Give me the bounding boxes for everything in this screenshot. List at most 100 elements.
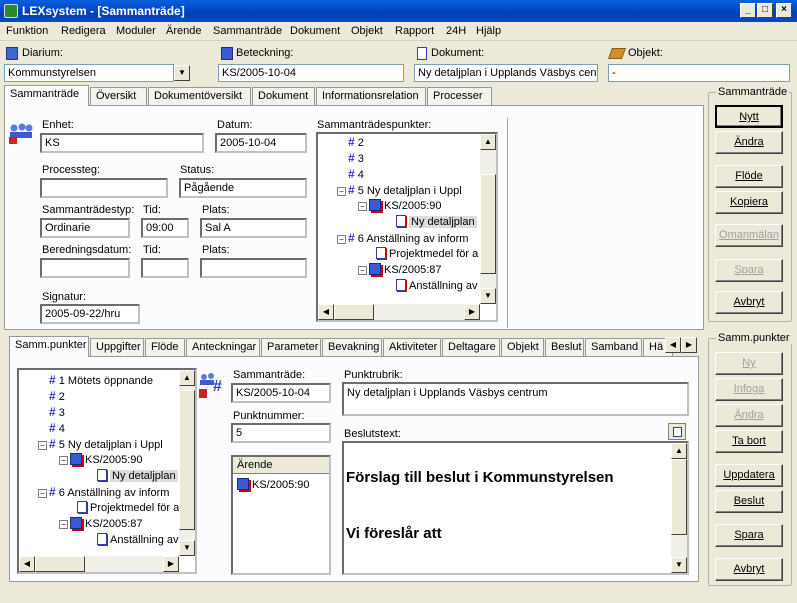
tab-objekt[interactable]: Objekt bbox=[501, 338, 544, 356]
tab-processer[interactable]: Processer bbox=[427, 87, 492, 105]
tree-item[interactable]: Ny detaljplan bbox=[97, 469, 178, 484]
arende-item[interactable]: KS/2005:90 bbox=[237, 478, 310, 493]
scroll-down-icon[interactable]: ▼ bbox=[671, 557, 687, 573]
punkt-sammantrade-field[interactable]: KS/2005-10-04 bbox=[231, 383, 331, 403]
tree2-vscroll[interactable]: ▲ ▼ bbox=[179, 370, 195, 556]
flode-button[interactable]: Flöde bbox=[715, 165, 783, 188]
tree-item[interactable]: − # 6 Anställning av inform bbox=[38, 485, 169, 501]
infoga-button[interactable]: Infoga bbox=[715, 378, 783, 401]
menu-funktion[interactable]: Funktion bbox=[6, 25, 48, 37]
tree-item[interactable]: # 3 bbox=[49, 405, 65, 421]
tab-uppgifter[interactable]: Uppgifter bbox=[90, 338, 144, 356]
scroll-thumb[interactable] bbox=[671, 459, 687, 535]
punktrubrik-field[interactable]: Ny detaljplan i Upplands Väsbys centrum bbox=[342, 382, 689, 416]
avbryt-button[interactable]: Avbryt bbox=[715, 291, 783, 314]
tree-item[interactable]: − KS/2005:87 bbox=[59, 517, 143, 532]
tree-item[interactable]: Anställning av bbox=[97, 533, 179, 548]
tab-scroll-left-icon[interactable]: ◀ bbox=[665, 337, 681, 353]
beslut-button[interactable]: Beslut bbox=[715, 490, 783, 513]
tree-item[interactable]: # 1 Mötets öppnande bbox=[49, 373, 153, 389]
tid2-field[interactable] bbox=[141, 258, 189, 278]
menu-rapport[interactable]: Rapport bbox=[395, 25, 434, 37]
tab-deltagare[interactable]: Deltagare bbox=[442, 338, 500, 356]
scroll-left-icon[interactable]: ◀ bbox=[318, 304, 334, 320]
tree-item[interactable]: # 2 bbox=[348, 135, 364, 151]
tab-sammantrade[interactable]: Sammanträde bbox=[4, 85, 89, 106]
tree-item[interactable]: Projektmedel för a bbox=[376, 247, 478, 262]
collapse-icon[interactable]: − bbox=[337, 187, 346, 196]
sammantradespunkter-tree[interactable]: # 2 # 3 # 4 − # 5 Ny detaljplan i Uppl − K… bbox=[316, 132, 498, 322]
plats2-field[interactable] bbox=[200, 258, 307, 278]
minimize-button[interactable]: _ bbox=[740, 3, 756, 18]
collapse-icon[interactable]: − bbox=[38, 489, 47, 498]
scroll-thumb[interactable] bbox=[179, 390, 195, 530]
signatur-field[interactable]: 2005-09-22/hru bbox=[40, 304, 140, 324]
scroll-up-icon[interactable]: ▲ bbox=[480, 134, 496, 150]
menu-hjalp[interactable]: Hjälp bbox=[476, 25, 501, 37]
collapse-icon[interactable]: − bbox=[358, 202, 367, 211]
tab-anteckningar[interactable]: Anteckningar bbox=[186, 338, 260, 356]
tab-scroll-right-icon[interactable]: ▶ bbox=[681, 337, 697, 353]
collapse-icon[interactable]: − bbox=[59, 520, 68, 529]
tree-item[interactable]: Anställning av bbox=[396, 279, 478, 294]
diarium-select[interactable]: Kommunstyrelsen bbox=[4, 64, 174, 82]
spara-button[interactable]: Spara bbox=[715, 259, 783, 282]
tab-dokumentoversikt[interactable]: Dokumentöversikt bbox=[148, 87, 251, 105]
scroll-down-icon[interactable]: ▼ bbox=[480, 288, 496, 304]
status-field[interactable]: Pågående bbox=[179, 178, 307, 198]
menu-objekt[interactable]: Objekt bbox=[351, 25, 383, 37]
tree1-hscroll[interactable]: ◀ ▶ bbox=[318, 304, 480, 320]
tree-item[interactable]: # 2 bbox=[49, 389, 65, 405]
tree-item[interactable]: Projektmedel för a bbox=[77, 501, 179, 516]
menu-dokument[interactable]: Dokument bbox=[290, 25, 340, 37]
tab-bevakning[interactable]: Bevakning bbox=[322, 338, 382, 356]
menu-arende[interactable]: Ärende bbox=[166, 25, 201, 37]
menu-moduler[interactable]: Moduler bbox=[116, 25, 156, 37]
scroll-up-icon[interactable]: ▲ bbox=[671, 443, 687, 459]
tab-parameter[interactable]: Parameter bbox=[261, 338, 321, 356]
beslutstext-editor[interactable]: Förslag till beslut i Kommunstyrelsen Vi… bbox=[342, 441, 689, 575]
beredningsdatum-field[interactable] bbox=[40, 258, 130, 278]
close-button[interactable]: × bbox=[776, 3, 792, 18]
scroll-right-icon[interactable]: ▶ bbox=[464, 304, 480, 320]
collapse-icon[interactable]: − bbox=[38, 441, 47, 450]
objekt-field[interactable]: - bbox=[608, 64, 790, 82]
omanmalan-button[interactable]: Omanmälan bbox=[715, 224, 783, 247]
tree2-hscroll[interactable]: ◀ ▶ bbox=[19, 556, 179, 572]
tree-item[interactable]: # 4 bbox=[348, 167, 364, 183]
tab-beslut[interactable]: Beslut bbox=[545, 338, 584, 356]
menu-sammantrade[interactable]: Sammanträde bbox=[213, 25, 282, 37]
scroll-thumb[interactable] bbox=[35, 556, 85, 572]
punktnummer-field[interactable]: 5 bbox=[231, 423, 331, 443]
tab-dokument[interactable]: Dokument bbox=[252, 87, 315, 105]
beteckning-field[interactable]: KS/2005-10-04 bbox=[218, 64, 404, 82]
sammantradestyp-field[interactable]: Ordinarie bbox=[40, 218, 130, 238]
tree-item[interactable]: − KS/2005:87 bbox=[358, 263, 442, 278]
ta-bort-button[interactable]: Ta bort bbox=[715, 430, 783, 453]
tab-samband[interactable]: Samband bbox=[585, 338, 642, 356]
tree-item[interactable]: − # 6 Anställning av inform bbox=[337, 231, 468, 247]
kopiera-button[interactable]: Kopiera bbox=[715, 191, 783, 214]
andra-punkt-button[interactable]: Ändra bbox=[715, 404, 783, 427]
tree-item[interactable]: # 3 bbox=[348, 151, 364, 167]
tree-item[interactable]: − KS/2005:90 bbox=[358, 199, 442, 214]
samm-punkter-tree[interactable]: # 1 Mötets öppnande # 2 # 3 # 4 − # 5 Ny … bbox=[17, 368, 197, 574]
tree-item[interactable]: Ny detaljplan bbox=[396, 215, 477, 230]
tree-item[interactable]: − # 5 Ny detaljplan i Uppl bbox=[38, 437, 163, 453]
tree-item[interactable]: − KS/2005:90 bbox=[59, 453, 143, 468]
collapse-icon[interactable]: − bbox=[358, 266, 367, 275]
tree1-vscroll[interactable]: ▲ ▼ bbox=[480, 134, 496, 304]
scroll-down-icon[interactable]: ▼ bbox=[179, 540, 195, 556]
plats-field[interactable]: Sal A bbox=[200, 218, 307, 238]
arende-list[interactable]: Ärende KS/2005:90 bbox=[231, 455, 331, 575]
tab-informationsrelation[interactable]: Informationsrelation bbox=[316, 87, 426, 105]
tab-oversikt[interactable]: Översikt bbox=[90, 87, 147, 105]
beslut-vscroll[interactable]: ▲ ▼ bbox=[671, 443, 687, 573]
scroll-right-icon[interactable]: ▶ bbox=[163, 556, 179, 572]
menu-24h[interactable]: 24H bbox=[446, 25, 466, 37]
tree-item[interactable]: − # 5 Ny detaljplan i Uppl bbox=[337, 183, 462, 199]
collapse-icon[interactable]: − bbox=[59, 456, 68, 465]
tab-samm-punkter[interactable]: Samm.punkter bbox=[9, 336, 89, 357]
tab-flode[interactable]: Flöde bbox=[145, 338, 185, 356]
nytt-button[interactable]: Nytt bbox=[715, 105, 783, 128]
